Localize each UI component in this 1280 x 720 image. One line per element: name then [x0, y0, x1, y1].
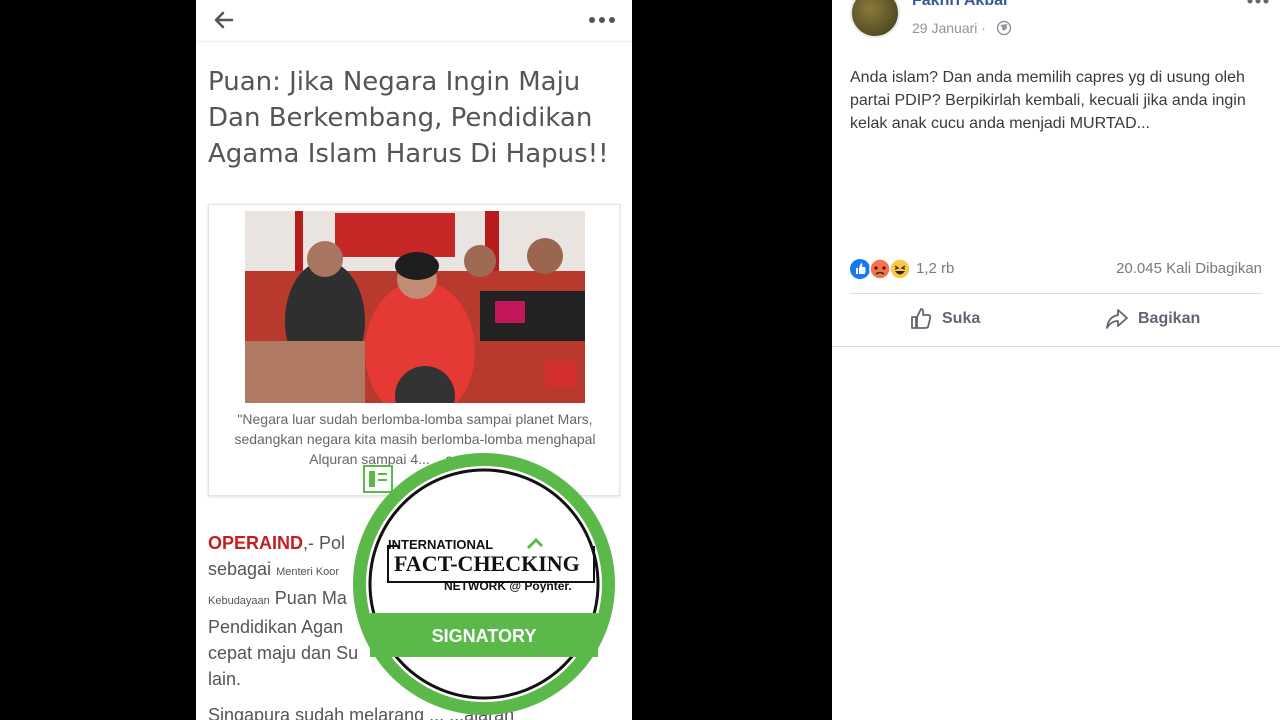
- body-text-seg: Puan Ma: [274, 588, 347, 608]
- reaction-icons[interactable]: [850, 258, 914, 280]
- divider: [832, 346, 1280, 347]
- share-arrow-icon: [1106, 309, 1128, 329]
- like-label: Suka: [942, 310, 981, 327]
- more-dots-icon[interactable]: [1246, 0, 1270, 8]
- body-text-small: Kebudayaan: [208, 595, 270, 607]
- article-headline: Puan: Jika Negara Ingin Maju Dan Berkemb…: [208, 67, 609, 169]
- more-dots-icon[interactable]: [586, 8, 618, 32]
- angry-icon: [869, 258, 891, 280]
- post-text: Anda islam? Dan anda memilih capres yg d…: [850, 69, 1246, 132]
- badge-ribbon-label: SIGNATORY: [432, 626, 537, 646]
- ifcn-signatory-badge: INTERNATIONAL FACT-CHECKING NETWORK @ Po…: [353, 453, 615, 715]
- share-button[interactable]: Bagikan: [1104, 304, 1200, 334]
- share-count[interactable]: 20.045 Kali Dibagikan: [1116, 260, 1262, 277]
- article-photo: [245, 211, 585, 403]
- source-name[interactable]: OPERAIND: [208, 533, 303, 553]
- badge-line3: NETWORK @ Poynter.: [444, 579, 572, 593]
- body-text-seg: sebagai: [208, 559, 272, 579]
- like-button[interactable]: Suka: [908, 304, 980, 334]
- like-icon: [850, 259, 870, 279]
- back-arrow-icon[interactable]: [210, 6, 238, 34]
- body-text-seg: cepat maju dan Su: [208, 643, 359, 663]
- haha-icon: [889, 258, 911, 280]
- thumbs-up-icon: [911, 308, 932, 329]
- share-label: Bagikan: [1138, 310, 1201, 327]
- body-text-small: Menteri Koor: [276, 566, 340, 578]
- globe-icon: [996, 20, 1012, 36]
- author-name[interactable]: Fakhri Akbar: [912, 0, 1009, 10]
- post-date[interactable]: 29 Januari ·: [912, 20, 986, 36]
- facebook-post: Fakhri Akbar 29 Januari · Anda islam? Da…: [832, 0, 1280, 720]
- article-topbar: [196, 0, 632, 42]
- document-icon: [363, 465, 393, 493]
- avatar[interactable]: [850, 0, 900, 38]
- badge-line2: FACT-CHECKING: [394, 551, 580, 576]
- badge-line1: INTERNATIONAL: [388, 537, 493, 552]
- reaction-count[interactable]: 1,2 rb: [916, 260, 954, 277]
- divider: [850, 293, 1262, 294]
- body-text-seg: lain.: [208, 669, 242, 689]
- body-text-seg: Pendidikan Agan: [208, 617, 344, 637]
- body-text-seg: ,- Pol: [303, 533, 346, 553]
